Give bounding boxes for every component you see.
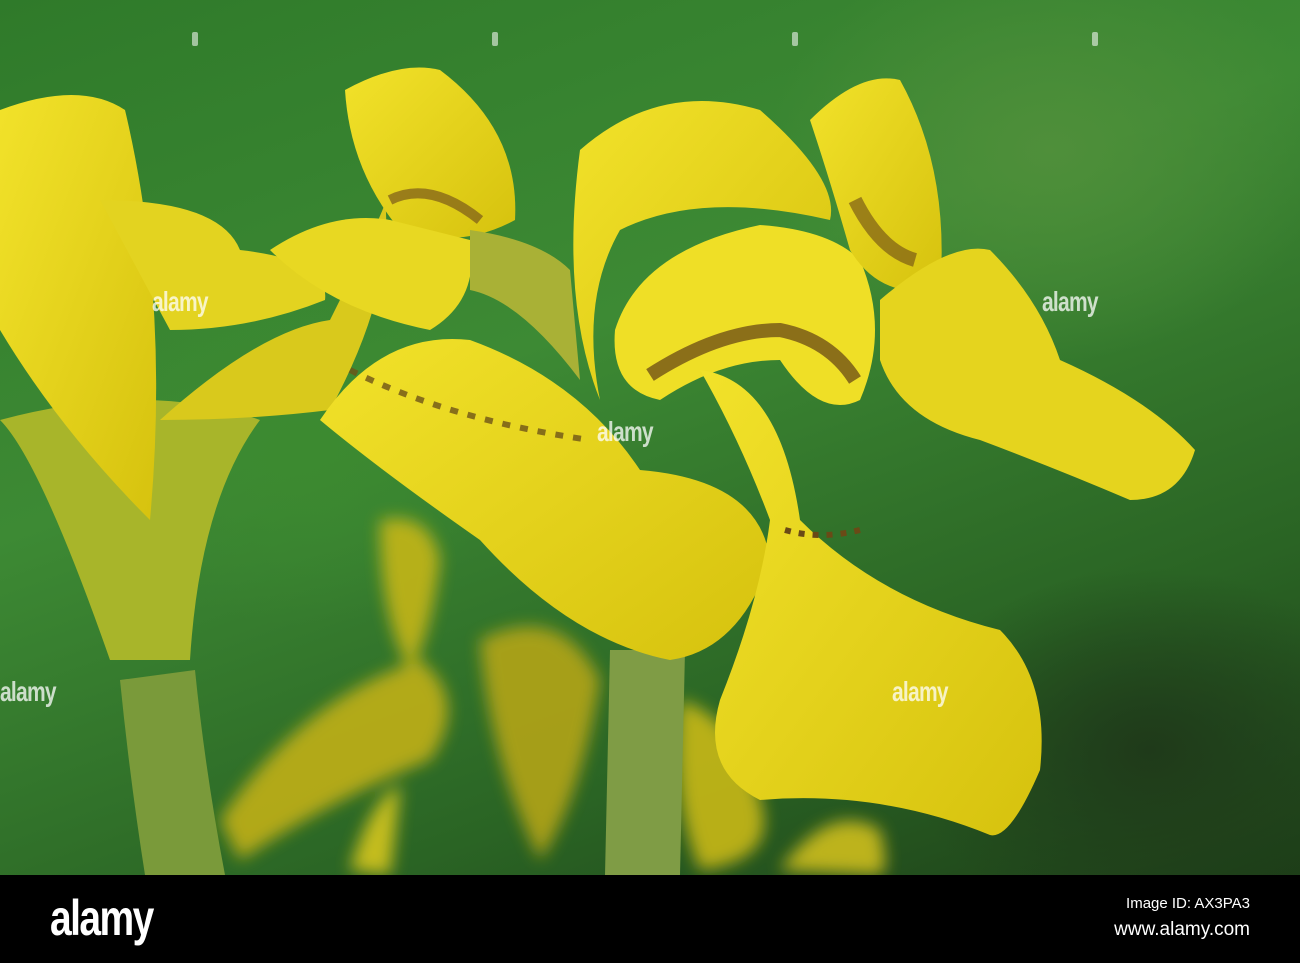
footer-bar: alamy Image ID: AX3PA3 www.alamy.com [0, 875, 1300, 963]
stem [120, 670, 225, 875]
watermark: alamy [152, 286, 209, 317]
watermark-mark [1092, 32, 1098, 46]
image-id: Image ID: AX3PA3 [1126, 895, 1250, 912]
watermark-mark [792, 32, 798, 46]
watermark: alamy [892, 676, 949, 707]
watermark: alamy [597, 416, 654, 447]
alamy-logo: alamy [50, 890, 154, 946]
watermark: alamy [0, 676, 57, 707]
flower-photo: alamy alamy alamy alamy alamy [0, 0, 1300, 875]
site-url: www.alamy.com [1114, 919, 1250, 940]
watermark: alamy [1042, 286, 1099, 317]
watermark-mark [192, 32, 198, 46]
stem [605, 650, 685, 875]
watermark-mark [492, 32, 498, 46]
